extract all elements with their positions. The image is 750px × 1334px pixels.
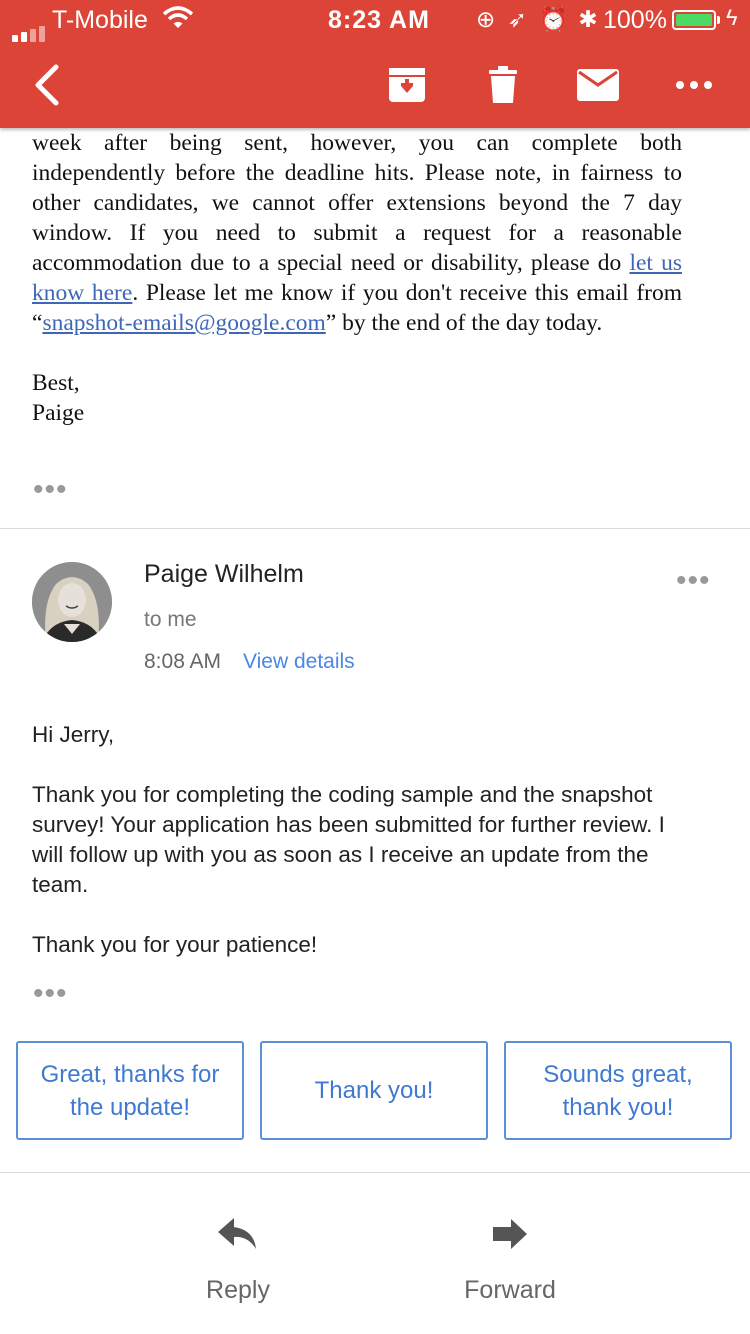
reply-icon [218, 1218, 256, 1249]
status-bar: T-Mobile 8:23 AM ⊕ ➶ ⏰ ✱ 100% ϟ [0, 0, 750, 42]
trash-icon [489, 66, 517, 103]
greeting: Hi Jerry, [32, 722, 115, 747]
paragraph-text: ” by the end of the day today. [325, 310, 603, 336]
archive-icon [389, 68, 425, 102]
sender-name: Paige Wilhelm [144, 560, 304, 588]
smart-reply-1[interactable]: Great, thanks for the update! [16, 1041, 244, 1140]
archive-button[interactable] [386, 60, 428, 110]
battery-percent: 100% [603, 6, 667, 34]
previous-message-paragraph: week after being sent, however, you can … [32, 128, 682, 338]
mark-unread-button[interactable] [576, 60, 620, 110]
location-icon: ➶ [507, 6, 527, 32]
back-icon [35, 64, 59, 106]
delete-button[interactable] [484, 60, 522, 110]
avatar[interactable] [32, 562, 112, 642]
message-body: Hi Jerry, Thank you for completing the c… [32, 720, 692, 990]
rotation-lock-icon: ⊕ [476, 6, 496, 32]
wifi-icon [162, 6, 194, 37]
status-icons: ⊕ ➶ ⏰ ✱ [476, 6, 598, 33]
view-details-link[interactable]: View details [243, 650, 355, 674]
message-more-button[interactable]: ••• [676, 566, 711, 596]
paragraph-text: week after being sent, however, you can … [32, 130, 682, 276]
closing: Best, [32, 370, 80, 396]
carrier-label: T-Mobile [52, 6, 148, 34]
show-trimmed-content-button[interactable]: ••• [33, 979, 68, 1009]
bluetooth-icon: ✱ [578, 6, 598, 32]
previous-message-body: week after being sent, however, you can … [32, 128, 682, 428]
message-time: 8:08 AM [144, 650, 222, 673]
forward-button[interactable]: Forward [440, 1208, 580, 1305]
back-button[interactable] [24, 60, 68, 110]
sender-photo [32, 562, 112, 642]
alarm-icon: ⏰ [539, 6, 568, 32]
recipient-label: to me [144, 608, 197, 631]
message-closing: Thank you for your patience! [32, 932, 318, 957]
reply-label: Reply [206, 1276, 270, 1304]
email-link[interactable]: snapshot-emails@google.com [42, 310, 325, 336]
smart-reply-3[interactable]: Sounds great, thank you! [504, 1041, 732, 1140]
smart-reply-2[interactable]: Thank you! [260, 1041, 488, 1140]
charging-icon: ϟ [726, 5, 738, 30]
message-divider [0, 528, 750, 529]
app-bar: T-Mobile 8:23 AM ⊕ ➶ ⏰ ✱ 100% ϟ [0, 0, 750, 128]
actions-divider [0, 1172, 750, 1173]
battery-tip [717, 16, 720, 24]
battery-icon [672, 10, 716, 30]
more-icon [676, 81, 712, 89]
status-time: 8:23 AM [328, 6, 430, 34]
forward-label: Forward [464, 1276, 556, 1304]
more-options-button[interactable] [672, 60, 716, 110]
message-paragraph: Thank you for completing the coding samp… [32, 782, 665, 897]
signal-icon [12, 13, 48, 42]
mail-icon [577, 69, 619, 101]
forward-icon [493, 1219, 527, 1249]
show-trimmed-content-button[interactable]: ••• [33, 475, 68, 505]
reply-button[interactable]: Reply [168, 1208, 308, 1305]
signature: Paige [32, 400, 85, 426]
